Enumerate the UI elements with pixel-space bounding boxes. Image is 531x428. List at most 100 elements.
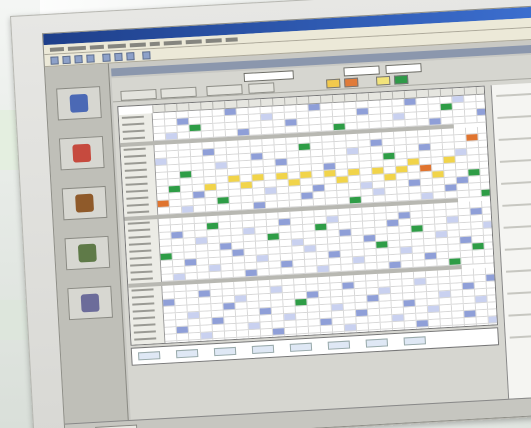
grid-row-label — [132, 309, 155, 313]
grid-cell[interactable] — [461, 257, 474, 266]
filter-field-3[interactable] — [385, 63, 422, 75]
menu-item-2[interactable] — [67, 45, 87, 51]
grid-row-label — [127, 221, 150, 225]
status-button[interactable] — [95, 424, 138, 428]
sidebar-button-calendar[interactable] — [64, 235, 111, 271]
grid-column-tick — [152, 105, 154, 114]
detail-line — [507, 290, 531, 295]
sidebar-button-clock[interactable] — [58, 136, 105, 171]
main-panel — [111, 54, 531, 428]
sidebar-button-tools[interactable] — [61, 185, 108, 221]
copy-icon[interactable] — [114, 52, 123, 62]
grid-row-label — [125, 189, 149, 193]
grid-column-tick — [236, 100, 238, 109]
open-icon[interactable] — [62, 55, 71, 65]
monitor-bezel — [10, 0, 531, 428]
grid-cell[interactable] — [453, 116, 466, 125]
grid-cell[interactable] — [465, 116, 478, 124]
legend-chip-3 — [375, 75, 391, 86]
grid-row-label — [124, 161, 147, 165]
summary-cell — [251, 344, 275, 355]
grid-cell[interactable] — [473, 256, 486, 265]
grid-column-tick — [367, 93, 370, 102]
grid-row-label — [130, 263, 153, 267]
grid-column-tick — [451, 88, 454, 97]
legend-chip-4 — [393, 74, 409, 85]
grid-row-label — [133, 316, 156, 320]
grid-row-label — [121, 115, 144, 119]
grid-row-label — [123, 154, 147, 158]
grid-row-label — [131, 295, 154, 299]
grid-column-tick — [176, 103, 178, 112]
grid-row-label — [123, 147, 146, 151]
undo-icon[interactable] — [142, 51, 151, 60]
tools-icon — [75, 193, 95, 213]
detail-line — [498, 136, 531, 141]
grid-row-label — [131, 288, 154, 292]
legend-chip-1 — [326, 78, 341, 89]
tab-2[interactable] — [160, 86, 197, 99]
grid-column-tick — [224, 101, 226, 110]
filter-field-2[interactable] — [343, 65, 380, 77]
grid-column-tick — [379, 92, 382, 101]
filter-field-1[interactable] — [243, 70, 294, 83]
grid-column-tick — [475, 87, 478, 96]
tab-4[interactable] — [248, 82, 275, 94]
grid-column-tick — [319, 95, 322, 104]
grid-row-label — [126, 196, 149, 200]
grid-row-label — [134, 337, 157, 341]
grid-row-label — [122, 122, 145, 126]
grid-column-tick — [248, 99, 250, 108]
menu-item-4[interactable] — [107, 43, 126, 49]
grid-cell[interactable] — [469, 189, 482, 198]
grid-row-label — [130, 277, 153, 281]
menu-item-9[interactable] — [205, 38, 222, 44]
grid-column-tick — [355, 93, 358, 102]
grid-column-tick — [272, 98, 274, 107]
grid-cell[interactable] — [481, 189, 494, 197]
tab-1[interactable] — [120, 88, 157, 101]
detail-line — [496, 92, 531, 97]
detail-line — [502, 202, 531, 207]
menu-item-5[interactable] — [129, 42, 146, 48]
grid-column-tick — [295, 97, 298, 106]
print-icon[interactable] — [86, 54, 95, 63]
schedule-grid — [117, 85, 499, 346]
menu-item-7[interactable] — [163, 40, 182, 46]
detail-line — [509, 334, 531, 339]
detail-line — [505, 268, 531, 273]
new-icon[interactable] — [50, 56, 59, 65]
grid-column-tick — [164, 104, 166, 113]
paste-icon[interactable] — [126, 52, 135, 61]
grid-row-label — [133, 323, 156, 327]
summary-cell — [137, 351, 161, 361]
menu-item-3[interactable] — [89, 44, 104, 50]
grid-cell[interactable] — [457, 190, 470, 199]
grid-row-label — [125, 175, 148, 179]
grid-row-label — [130, 270, 153, 274]
grid-column-tick — [403, 91, 406, 100]
cut-icon[interactable] — [102, 53, 111, 62]
photo-scene — [0, 0, 531, 428]
detail-line — [504, 246, 531, 251]
sidebar-button-people[interactable] — [56, 86, 102, 121]
menu-item-8[interactable] — [185, 39, 202, 45]
sidebar-button-report[interactable] — [67, 285, 114, 321]
menu-item-10[interactable] — [225, 37, 238, 42]
grid-column-tick — [188, 103, 190, 112]
grid-column-tick — [343, 94, 346, 103]
report-icon — [80, 293, 100, 313]
grid-row-label — [133, 330, 156, 334]
grid-cell[interactable] — [477, 115, 490, 124]
grid-cell[interactable] — [485, 256, 498, 264]
tab-3[interactable] — [206, 84, 243, 97]
grid-column-tick — [463, 87, 466, 96]
summary-cell — [327, 340, 351, 350]
summary-cell — [365, 338, 389, 348]
right-detail-panel — [490, 82, 531, 405]
grid-column-tick — [200, 102, 202, 111]
calendar-icon — [77, 243, 97, 263]
menu-item-1[interactable] — [49, 47, 65, 52]
menu-item-6[interactable] — [149, 41, 160, 47]
save-icon[interactable] — [74, 55, 83, 64]
